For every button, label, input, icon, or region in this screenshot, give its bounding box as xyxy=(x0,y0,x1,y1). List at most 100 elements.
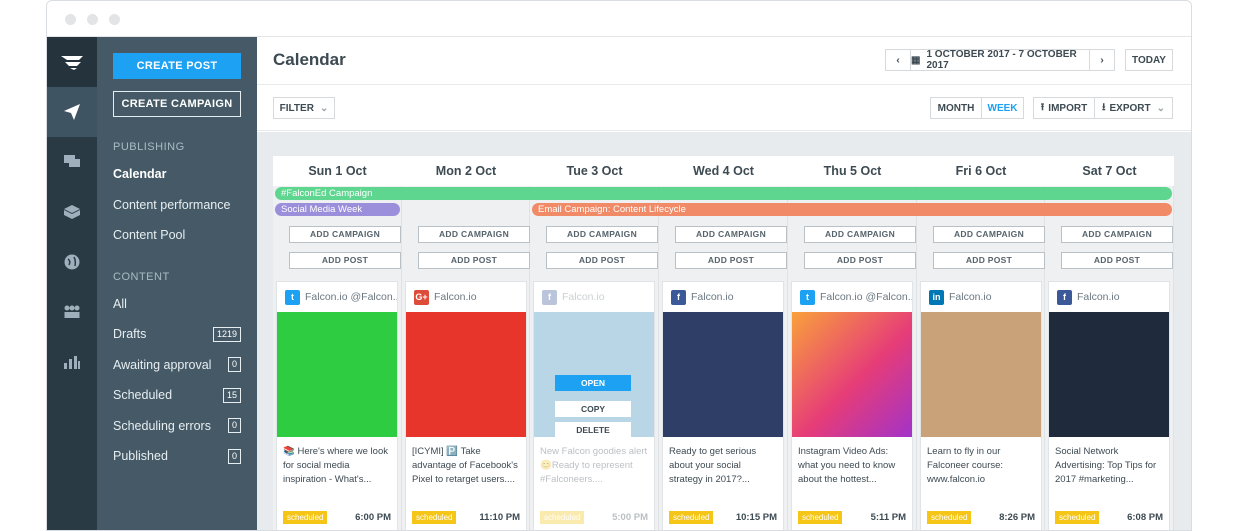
twitter-icon: t xyxy=(800,289,815,305)
open-menu-item[interactable]: OPEN xyxy=(555,375,631,391)
add-campaign-button[interactable]: ADD CAMPAIGN xyxy=(675,226,787,243)
sidebar-item-label: Scheduled xyxy=(113,388,173,402)
next-week-button[interactable]: › xyxy=(1089,49,1115,71)
maximize-window-dot[interactable] xyxy=(109,14,120,25)
account-name: Falcon.io xyxy=(1077,291,1120,303)
add-post-button[interactable]: ADD POST xyxy=(675,252,787,269)
sidebar-item-all[interactable]: All xyxy=(113,289,241,320)
post-card[interactable]: f Falcon.io Social Network Advertising: … xyxy=(1048,281,1170,530)
copy-menu-item[interactable]: COPY xyxy=(555,401,631,417)
post-text: Instagram Video Ads: what you need to kn… xyxy=(798,446,896,485)
date-range-label: 1 OCTOBER 2017 - 7 OCTOBER 2017 xyxy=(926,49,1077,71)
sidebar-item-calendar[interactable]: Calendar xyxy=(113,159,241,190)
status-badge: scheduled xyxy=(927,511,972,524)
post-time: 6:08 PM xyxy=(1127,512,1163,523)
title-bar xyxy=(47,1,1191,37)
post-image xyxy=(792,312,912,437)
errors-count-badge: 0 xyxy=(227,418,241,434)
account-name: Falcon.io @Falcon... xyxy=(820,291,912,303)
paper-plane-icon[interactable] xyxy=(47,87,97,137)
import-button[interactable]: ⭱ IMPORT xyxy=(1033,97,1095,119)
post-card[interactable]: t Falcon.io @Falcon... 📚 Here's where we… xyxy=(276,281,398,530)
add-campaign-button[interactable]: ADD CAMPAIGN xyxy=(289,226,401,243)
filter-dropdown[interactable]: FILTER ⌄ xyxy=(273,97,335,119)
add-post-button[interactable]: ADD POST xyxy=(933,252,1045,269)
month-view-toggle[interactable]: MONTH xyxy=(930,97,982,119)
date-range-button[interactable]: ▦ 1 OCTOBER 2017 - 7 OCTOBER 2017 xyxy=(910,49,1090,71)
add-campaign-button[interactable]: ADD CAMPAIGN xyxy=(546,226,658,243)
add-post-button[interactable]: ADD POST xyxy=(1061,252,1173,269)
prev-week-button[interactable]: ‹ xyxy=(885,49,911,71)
account-name: Falcon.io xyxy=(691,291,734,303)
sidebar-item-label: All xyxy=(113,296,127,311)
sidebar-item-scheduling-errors[interactable]: Scheduling errors 0 xyxy=(113,411,241,442)
add-campaign-button[interactable]: ADD CAMPAIGN xyxy=(418,226,530,243)
post-card[interactable]: t Falcon.io @Falcon... Instagram Video A… xyxy=(791,281,913,530)
post-text: Learn to fly in our Falconeer course: ww… xyxy=(927,446,1004,485)
post-card-footer: scheduled 5:00 PM xyxy=(540,511,648,524)
campaign-bar[interactable]: #FalconEd Campaign xyxy=(275,187,1172,200)
day-header: Fri 6 Oct xyxy=(917,156,1045,186)
post-card[interactable]: f Falcon.io Ready to get serious about y… xyxy=(662,281,784,530)
add-post-button[interactable]: ADD POST xyxy=(418,252,530,269)
sidebar-item-scheduled[interactable]: Scheduled 15 xyxy=(113,380,241,411)
facebook-icon: f xyxy=(671,289,686,305)
add-post-button[interactable]: ADD POST xyxy=(289,252,401,269)
globe-icon[interactable] xyxy=(47,237,97,287)
campaign-bar[interactable]: Email Campaign: Content Lifecycle xyxy=(532,203,1172,216)
week-view-toggle[interactable]: WEEK xyxy=(981,97,1024,119)
bar-chart-icon[interactable] xyxy=(47,337,97,387)
post-time: 5:11 PM xyxy=(870,512,906,523)
calendar-canvas: Sun 1 Oct Mon 2 Oct Tue 3 Oct Wed 4 Oct Thu … xyxy=(257,132,1191,530)
account-name: Falcon.io xyxy=(562,291,605,303)
sidebar-item-label: Drafts xyxy=(113,327,147,341)
sidebar-item-label: Published xyxy=(113,449,168,463)
post-card[interactable]: G+ Falcon.io [ICYMI] 🅿️ Take advantage o… xyxy=(405,281,527,530)
export-dropdown[interactable]: ⭳ EXPORT ⌄ xyxy=(1094,97,1173,119)
publishing-heading: PUBLISHING xyxy=(113,141,185,153)
filter-label: FILTER xyxy=(279,102,314,114)
facebook-icon: f xyxy=(1057,289,1072,305)
app-window: CREATE POST CREATE CAMPAIGN PUBLISHING C… xyxy=(46,0,1192,531)
minimize-window-dot[interactable] xyxy=(87,14,98,25)
status-badge: scheduled xyxy=(283,511,328,524)
post-time: 11:10 PM xyxy=(479,512,520,523)
people-icon[interactable] xyxy=(47,287,97,337)
import-label: IMPORT xyxy=(1048,102,1088,114)
chevron-right-icon: › xyxy=(1100,54,1104,66)
sidebar-item-content-performance[interactable]: Content performance xyxy=(113,190,241,221)
toolbar: FILTER ⌄ MONTH WEEK ⭱ IMPORT ⭳ EXPORT ⌄ xyxy=(257,85,1191,131)
post-card-header: in Falcon.io xyxy=(921,282,1041,312)
post-time: 10:15 PM xyxy=(735,512,777,523)
falcon-logo-icon[interactable] xyxy=(47,37,97,87)
add-post-button[interactable]: ADD POST xyxy=(546,252,658,269)
sidebar-item-label: Scheduling errors xyxy=(113,418,211,433)
post-card[interactable]: in Falcon.io Learn to fly in our Falcone… xyxy=(920,281,1042,530)
campaign-bar[interactable]: Social Media Week xyxy=(275,203,400,216)
scheduled-count-badge: 15 xyxy=(222,387,241,403)
add-campaign-button[interactable]: ADD CAMPAIGN xyxy=(1061,226,1173,243)
post-card-header: f Falcon.io xyxy=(663,282,783,312)
add-post-button[interactable]: ADD POST xyxy=(804,252,916,269)
post-time: 6:00 PM xyxy=(355,512,391,523)
create-post-button[interactable]: CREATE POST xyxy=(113,53,241,79)
sidebar-item-published[interactable]: Published 0 xyxy=(113,441,241,472)
sidebar-item-content-pool[interactable]: Content Pool xyxy=(113,220,241,251)
sidebar: CREATE POST CREATE CAMPAIGN PUBLISHING C… xyxy=(97,37,257,530)
delete-menu-item[interactable]: DELETE xyxy=(555,422,631,438)
chat-icon[interactable] xyxy=(47,137,97,187)
box-icon[interactable] xyxy=(47,187,97,237)
day-header: Tue 3 Oct xyxy=(530,156,659,186)
create-campaign-button[interactable]: CREATE CAMPAIGN xyxy=(113,91,241,117)
today-button[interactable]: TODAY xyxy=(1125,49,1173,71)
add-campaign-button[interactable]: ADD CAMPAIGN xyxy=(933,226,1045,243)
post-text: New Falcon goodies alert 😊Ready to repre… xyxy=(540,446,648,485)
account-name: Falcon.io @Falcon... xyxy=(305,291,397,303)
close-window-dot[interactable] xyxy=(65,14,76,25)
week-calendar: Sun 1 Oct Mon 2 Oct Tue 3 Oct Wed 4 Oct Thu … xyxy=(273,156,1174,530)
add-campaign-button[interactable]: ADD CAMPAIGN xyxy=(804,226,916,243)
sidebar-item-drafts[interactable]: Drafts 1219 xyxy=(113,319,241,350)
icon-rail xyxy=(47,37,97,530)
sidebar-item-awaiting-approval[interactable]: Awaiting approval 0 xyxy=(113,350,241,381)
post-card-footer: scheduled 8:26 PM xyxy=(927,511,1035,524)
